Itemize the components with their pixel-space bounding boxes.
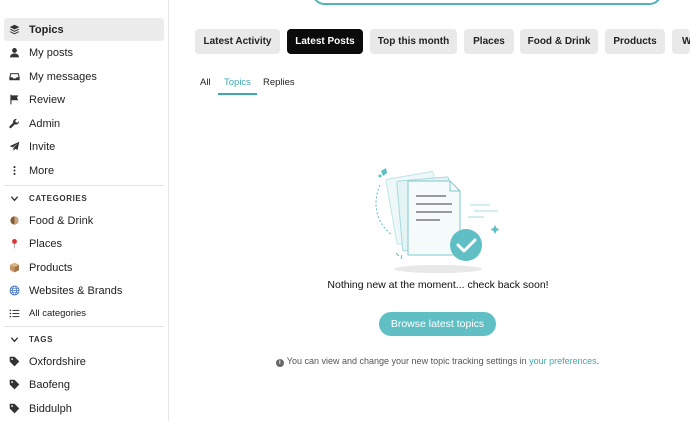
sidebar-item-label: Topics xyxy=(29,23,64,36)
package-icon xyxy=(7,261,21,275)
sidebar-item-topics[interactable]: Topics xyxy=(4,18,164,41)
tags-heading: TAGS xyxy=(29,334,54,344)
tab-overflow[interactable]: W xyxy=(672,29,690,54)
paper-plane-icon xyxy=(7,140,21,154)
sidebar-item-products[interactable]: Products xyxy=(4,256,164,279)
sidebar-item-websites-brands[interactable]: Websites & Brands xyxy=(4,279,164,302)
sidebar-item-label: Places xyxy=(29,237,63,250)
sidebar-item-food-drink[interactable]: Food & Drink xyxy=(4,209,164,232)
sidebar-item-tag-baofeng[interactable]: Baofeng xyxy=(4,373,164,396)
sidebar-item-label: Oxfordshire xyxy=(29,355,86,368)
sidebar-divider xyxy=(4,185,164,186)
sidebar-item-label: Invite xyxy=(29,140,56,153)
tab-top-this-month[interactable]: Top this month xyxy=(370,29,457,54)
empty-state-message: Nothing new at the moment... check back … xyxy=(327,279,549,291)
sidebar-item-label: Admin xyxy=(29,117,61,130)
sidebar-item-tag-biddulph[interactable]: Biddulph xyxy=(4,397,164,420)
sidebar-divider xyxy=(4,326,164,327)
sidebar-item-label: Websites & Brands xyxy=(29,284,123,297)
inbox-icon xyxy=(7,70,21,84)
wrench-icon xyxy=(7,117,21,131)
sidebar-item-admin[interactable]: Admin xyxy=(4,112,164,135)
sidebar-item-label: My posts xyxy=(29,46,74,59)
search-bar[interactable] xyxy=(312,0,662,5)
categories-section-toggle[interactable]: CATEGORIES xyxy=(4,190,164,206)
empty-state-illustration xyxy=(375,168,500,273)
globe-icon xyxy=(7,284,21,298)
tag-icon xyxy=(7,355,21,369)
tab-latest-activity[interactable]: Latest Activity xyxy=(195,29,280,54)
flag-icon xyxy=(7,93,21,107)
sidebar-item-label: All categories xyxy=(29,308,87,319)
sidebar-item-label: More xyxy=(29,164,55,177)
tab-places[interactable]: Places xyxy=(464,29,514,54)
sidebar-item-label: Products xyxy=(29,261,73,274)
round-pushpin-icon xyxy=(7,237,21,251)
sidebar-item-places[interactable]: Places xyxy=(4,232,164,255)
sidebar-item-label: Review xyxy=(29,93,66,106)
sidebar-item-my-posts[interactable]: My posts xyxy=(4,41,164,64)
sidebar-item-review[interactable]: Review xyxy=(4,88,164,111)
tag-icon xyxy=(7,378,21,392)
coconut-icon xyxy=(7,214,21,228)
sidebar-item-more[interactable]: More xyxy=(4,159,164,182)
sidebar-item-all-categories[interactable]: All categories xyxy=(4,302,164,325)
subtab-all[interactable]: All xyxy=(200,77,211,88)
sidebar-item-my-messages[interactable]: My messages xyxy=(4,65,164,88)
preferences-link[interactable]: your preferences xyxy=(529,356,597,366)
tab-products[interactable]: Products xyxy=(605,29,665,54)
subtab-replies[interactable]: Replies xyxy=(263,77,295,88)
subtab-active-underline xyxy=(218,93,257,95)
sidebar-item-label: Food & Drink xyxy=(29,214,94,227)
info-text: You can view and change your new topic t… xyxy=(286,356,530,366)
info-suffix: . xyxy=(596,356,600,366)
sidebar-item-label: Baofeng xyxy=(29,378,70,391)
tab-latest-posts[interactable]: Latest Posts xyxy=(287,29,363,54)
tags-section-toggle[interactable]: TAGS xyxy=(4,331,164,347)
user-icon xyxy=(7,46,21,60)
tab-food-drink[interactable]: Food & Drink xyxy=(520,29,598,54)
chevron-down-icon xyxy=(7,335,21,344)
layers-icon xyxy=(7,23,21,37)
chevron-down-icon xyxy=(7,194,21,203)
tracking-settings-info: i You can view and change your new topic … xyxy=(180,356,690,367)
sidebar-item-label: My messages xyxy=(29,70,97,83)
subtab-topics[interactable]: Topics xyxy=(224,77,251,88)
tag-icon xyxy=(7,402,21,416)
ellipsis-vertical-icon xyxy=(7,164,21,178)
sidebar-item-label: Biddulph xyxy=(29,402,72,415)
list-icon xyxy=(7,307,21,321)
sidebar-item-invite[interactable]: Invite xyxy=(4,135,164,158)
browse-latest-topics-button[interactable]: Browse latest topics xyxy=(379,312,496,336)
sidebar-item-tag-oxfordshire[interactable]: Oxfordshire xyxy=(4,350,164,373)
info-icon: i xyxy=(275,359,284,367)
categories-heading: CATEGORIES xyxy=(29,193,88,203)
sidebar: Topics My posts My messages Review Admin… xyxy=(0,0,169,421)
